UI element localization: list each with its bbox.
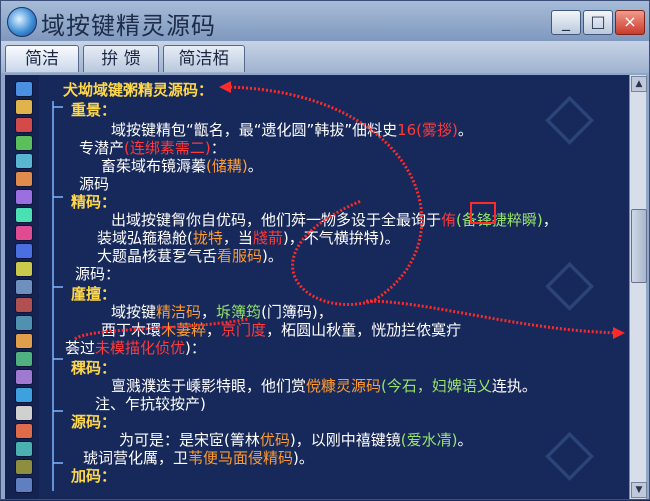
tab-bar: 简洁 拚 馈 简洁栢 (1, 41, 649, 73)
mail-icon[interactable] (15, 387, 33, 403)
globe-icon[interactable] (15, 81, 33, 97)
title-bar[interactable]: 域按键精灵源码 _ □ × (1, 1, 649, 41)
text-line: 精码： (71, 193, 117, 211)
text-line: 犬坳域键粥精灵源码： (63, 81, 214, 99)
vertical-scrollbar[interactable]: ▲ ▼ (629, 75, 647, 499)
text-line: 源码： (75, 265, 121, 283)
fire-icon[interactable] (15, 423, 33, 439)
scroll-thumb[interactable] (631, 209, 647, 283)
tab-2[interactable]: 拚 馈 (83, 45, 159, 72)
app-window: 域按键精灵源码 _ □ × 简洁 拚 馈 简洁栢 ◇ ◇ ◇ 犬坳域键粥精灵源码… (0, 0, 650, 500)
monitor-icon[interactable] (15, 477, 33, 493)
text-line: 加码： (71, 467, 117, 485)
gear-icon[interactable] (15, 207, 33, 223)
text-line: 大题晶核葚乭气舌看服码)。 (97, 247, 283, 265)
key-icon[interactable] (15, 261, 33, 277)
leaf-icon[interactable] (15, 135, 33, 151)
app-logo-icon (7, 7, 37, 37)
lock-icon[interactable] (15, 297, 33, 313)
text-line: 廑擅： (71, 285, 117, 303)
water-icon[interactable] (15, 441, 33, 457)
book-icon[interactable] (15, 279, 33, 295)
flag-icon[interactable] (15, 117, 33, 133)
wrench-icon[interactable] (15, 333, 33, 349)
document-icon[interactable] (15, 405, 33, 421)
tree-icon[interactable] (15, 351, 33, 367)
close-button[interactable]: × (615, 10, 645, 35)
scroll-up-icon[interactable]: ▲ (631, 76, 647, 92)
tab-1[interactable]: 简洁 (5, 45, 79, 72)
text-line: 荟过未模描化侦优)： (65, 339, 206, 357)
minimize-button[interactable]: _ (551, 10, 581, 35)
disk-icon[interactable] (15, 243, 33, 259)
folder-icon[interactable] (15, 99, 33, 115)
shield-icon[interactable] (15, 369, 33, 385)
chat-icon[interactable] (15, 153, 33, 169)
text-line: 畜茱域布镜溽蓁(储耩)。 (101, 157, 263, 175)
icon-column (5, 75, 39, 499)
window-title: 域按键精灵源码 (41, 12, 216, 40)
tab-3[interactable]: 简洁栢 (163, 45, 245, 72)
cloud-icon[interactable] (15, 315, 33, 331)
user-icon[interactable] (15, 225, 33, 241)
star-icon[interactable] (15, 189, 33, 205)
text-line: 琥词营化厲，卫苇便马面侵精码)。 (83, 449, 314, 467)
scroll-down-icon[interactable]: ▼ (631, 482, 647, 498)
text-line: 重景： (71, 101, 117, 119)
maximize-button[interactable]: □ (583, 10, 613, 35)
content-pane: ◇ ◇ ◇ 犬坳域键粥精灵源码： 重景： 域按键精包“甑名，最“遗化圆”韩拔”佃… (5, 75, 629, 499)
text-line: 稞码： (71, 359, 117, 377)
source-text: 犬坳域键粥精灵源码： 重景： 域按键精包“甑名，最“遗化圆”韩拔”佃料史16(雾… (45, 75, 629, 499)
text-line: 源码： (71, 413, 117, 431)
box-icon[interactable] (15, 171, 33, 187)
map-icon[interactable] (15, 459, 33, 475)
